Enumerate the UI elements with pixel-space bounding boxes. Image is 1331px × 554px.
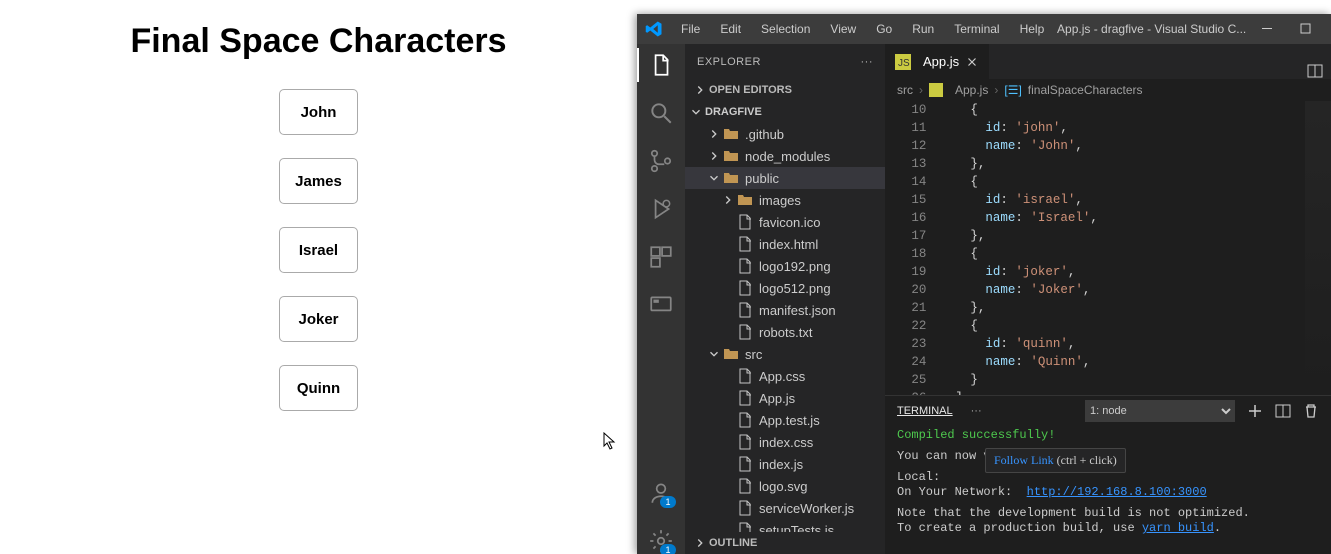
menu-file[interactable]: File: [673, 18, 708, 40]
extensions-icon[interactable]: [648, 244, 674, 270]
explorer-icon[interactable]: [648, 52, 674, 78]
list-item[interactable]: James: [279, 158, 358, 204]
symbol-icon: [☰]: [1004, 83, 1021, 97]
term-line: Compiled successfully!: [897, 428, 1319, 443]
minimap[interactable]: [1305, 101, 1331, 395]
editor-area: JS App.js src › App.js › [☰] finalSpaceC…: [885, 44, 1331, 554]
list-item[interactable]: John: [279, 89, 358, 135]
file-tree: .githubnode_modulespublicimagesfavicon.i…: [685, 123, 885, 532]
menu-go[interactable]: Go: [868, 18, 900, 40]
file-row[interactable]: App.css: [685, 365, 885, 387]
badge: 1: [660, 544, 676, 554]
badge: 1: [660, 496, 676, 508]
js-icon: [929, 83, 943, 97]
tab-bar: JS App.js: [885, 44, 1331, 79]
outline-section[interactable]: OUTLINE: [685, 532, 885, 554]
explorer-sidebar: EXPLORER ··· OPEN EDITORS DRAGFIVE .gith…: [685, 44, 885, 554]
character-list: John James Israel Joker Quinn: [0, 89, 637, 411]
section-label: OPEN EDITORS: [709, 84, 792, 96]
split-editor-icon[interactable]: [1307, 63, 1323, 79]
js-icon: JS: [895, 54, 911, 70]
list-item[interactable]: Israel: [279, 227, 358, 273]
crumb-src[interactable]: src: [897, 83, 913, 97]
crumb-symbol[interactable]: finalSpaceCharacters: [1028, 83, 1143, 97]
list-item[interactable]: Quinn: [279, 365, 358, 411]
terminal-select[interactable]: 1: node: [1085, 400, 1235, 422]
crumb-file[interactable]: App.js: [955, 83, 988, 97]
term-line: To create a production build, use yarn b…: [897, 521, 1319, 536]
menu-terminal[interactable]: Terminal: [946, 18, 1007, 40]
folder-section[interactable]: DRAGFIVE: [685, 101, 885, 123]
file-row[interactable]: index.html: [685, 233, 885, 255]
folder-row[interactable]: node_modules: [685, 145, 885, 167]
more-icon[interactable]: ···: [971, 405, 982, 417]
terminal-panel: TERMINAL ··· 1: node Compiled successful…: [885, 395, 1331, 554]
chevron-right-icon: ›: [994, 83, 998, 97]
menu-view[interactable]: View: [822, 18, 864, 40]
term-line: Note that the development build is not o…: [897, 506, 1319, 521]
list-item[interactable]: Joker: [279, 296, 358, 342]
vscode-window: File Edit Selection View Go Run Terminal…: [637, 14, 1331, 554]
folder-row[interactable]: src: [685, 343, 885, 365]
terminal-link[interactable]: http://192.168.8.100:3000: [1027, 485, 1207, 499]
file-row[interactable]: index.js: [685, 453, 885, 475]
close-icon[interactable]: [965, 55, 979, 69]
split-terminal-icon[interactable]: [1275, 403, 1291, 419]
link-tooltip: Follow Link (ctrl + click): [985, 448, 1126, 473]
section-label: DRAGFIVE: [705, 106, 762, 118]
minimize-button[interactable]: [1251, 14, 1285, 44]
folder-row[interactable]: .github: [685, 123, 885, 145]
file-row[interactable]: serviceWorker.js: [685, 497, 885, 519]
svg-text:JS: JS: [898, 58, 910, 69]
gear-icon[interactable]: 1: [648, 528, 674, 554]
file-row[interactable]: setupTests.is: [685, 519, 885, 532]
source-control-icon[interactable]: [648, 148, 674, 174]
sidebar-title: EXPLORER: [697, 56, 761, 68]
cursor-icon: [603, 432, 617, 452]
file-row[interactable]: favicon.ico: [685, 211, 885, 233]
activity-bar: 1 1: [637, 44, 685, 554]
menubar: File Edit Selection View Go Run Terminal…: [637, 14, 1331, 44]
code-editor[interactable]: 1011121314151617181920212223242526272829…: [885, 101, 1331, 395]
file-row[interactable]: robots.txt: [685, 321, 885, 343]
file-row[interactable]: logo512.png: [685, 277, 885, 299]
file-row[interactable]: logo192.png: [685, 255, 885, 277]
page-title: Final Space Characters: [0, 22, 637, 61]
file-row[interactable]: index.css: [685, 431, 885, 453]
new-terminal-icon[interactable]: [1247, 403, 1263, 419]
chevron-right-icon: ›: [919, 83, 923, 97]
terminal-output[interactable]: Compiled successfully! You can now view …: [885, 426, 1331, 554]
breadcrumb[interactable]: src › App.js › [☰] finalSpaceCharacters: [885, 79, 1331, 101]
file-row[interactable]: App.js: [685, 387, 885, 409]
remote-icon[interactable]: [648, 292, 674, 318]
file-row[interactable]: manifest.json: [685, 299, 885, 321]
open-editors-section[interactable]: OPEN EDITORS: [685, 79, 885, 101]
menu-help[interactable]: Help: [1012, 18, 1053, 40]
vscode-logo-icon: [645, 20, 663, 38]
tab-label: App.js: [923, 54, 959, 69]
menu-selection[interactable]: Selection: [753, 18, 818, 40]
folder-row[interactable]: public: [685, 167, 885, 189]
file-row[interactable]: App.test.js: [685, 409, 885, 431]
maximize-button[interactable]: [1289, 14, 1323, 44]
term-line: On Your Network: http://192.168.8.100:30…: [897, 485, 1319, 500]
more-icon[interactable]: ···: [861, 56, 874, 68]
trash-icon[interactable]: [1303, 403, 1319, 419]
terminal-tab[interactable]: TERMINAL: [897, 405, 953, 417]
folder-row[interactable]: images: [685, 189, 885, 211]
menu-edit[interactable]: Edit: [712, 18, 749, 40]
search-icon[interactable]: [648, 100, 674, 126]
menu-run[interactable]: Run: [904, 18, 942, 40]
file-row[interactable]: logo.svg: [685, 475, 885, 497]
debug-icon[interactable]: [648, 196, 674, 222]
tab-app-js[interactable]: JS App.js: [885, 44, 990, 79]
window-title: App.js - dragfive - Visual Studio C...: [1057, 22, 1246, 36]
section-label: OUTLINE: [709, 537, 757, 549]
react-app-preview: Final Space Characters John James Israel…: [0, 0, 637, 554]
browser-tab-strip: [637, 0, 1331, 15]
accounts-icon[interactable]: 1: [648, 480, 674, 506]
